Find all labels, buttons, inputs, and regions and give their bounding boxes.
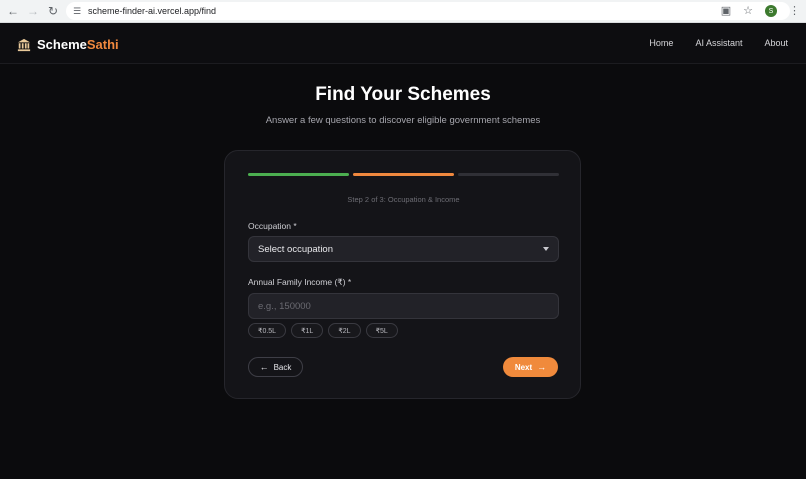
income-chip-5l[interactable]: ₹5L [365,323,398,338]
cast-icon[interactable]: ▣ [721,5,731,17]
income-chip-1l[interactable]: ₹1L [291,323,324,338]
income-input[interactable] [248,293,559,319]
occupation-selected-value: Select occupation [258,243,333,255]
page-title: Find Your Schemes [315,84,491,105]
back-arrow-icon[interactable]: ← [6,4,20,18]
income-label: Annual Family Income (₹) * [248,277,352,287]
app-header: SchemeSathi Home AI Assistant About [0,23,806,64]
progress-segment-3 [458,173,559,176]
form-card: Step 2 of 3: Occupation & Income Occupat… [224,150,581,399]
bookmark-star-icon[interactable]: ☆ [743,5,753,17]
back-button[interactable]: ← Back [248,357,303,377]
next-button-label: Next [514,362,533,372]
government-building-icon [17,38,31,52]
occupation-select[interactable]: Select occupation [248,236,559,262]
reload-icon[interactable]: ↻ [46,4,60,18]
income-chip-2l[interactable]: ₹2L [328,323,361,338]
url-text: scheme-finder-ai.vercel.app/find [88,6,217,16]
back-button-label: Back [273,362,292,372]
progress-segment-1 [248,173,349,176]
main-nav: Home AI Assistant About [649,38,788,48]
progress-segment-2 [353,173,454,176]
income-quick-chips: ₹0.5L ₹1L ₹2L ₹5L [248,323,398,338]
arrow-right-icon: → [537,361,547,372]
income-chip-0-5l[interactable]: ₹0.5L [248,323,287,338]
arrow-left-icon: ← [259,361,269,372]
step-label: Step 2 of 3: Occupation & Income [347,195,460,204]
browser-toolbar: ← → ↻ ☰ scheme-finder-ai.vercel.app/find… [0,0,806,23]
address-bar[interactable]: ☰ scheme-finder-ai.vercel.app/find [66,2,790,20]
more-menu-icon[interactable]: ⋮ [789,5,800,17]
page-subtitle: Answer a few questions to discover eligi… [265,115,541,126]
profile-avatar[interactable]: S [765,5,777,17]
chevron-down-icon [543,247,549,251]
step-progress-bar [248,173,559,176]
nav-link-about[interactable]: About [764,38,788,48]
brand-name: Scheme [37,37,87,52]
brand-name-accent: Sathi [86,37,119,52]
forward-arrow-icon[interactable]: → [26,4,40,18]
brand-logo[interactable]: SchemeSathi [17,36,119,54]
nav-link-ai-assistant[interactable]: AI Assistant [695,38,742,48]
occupation-label: Occupation * [248,221,297,231]
next-button[interactable]: Next → [503,357,558,377]
site-settings-icon[interactable]: ☰ [72,6,82,16]
nav-link-home[interactable]: Home [649,38,673,48]
